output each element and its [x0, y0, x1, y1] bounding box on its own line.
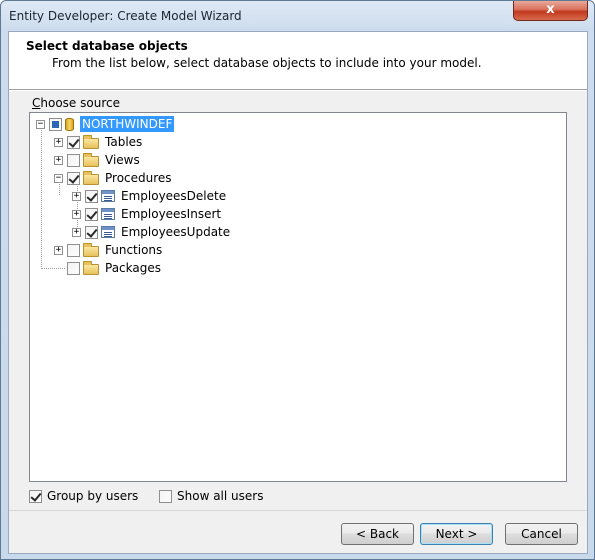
tree-node-label[interactable]: Views: [103, 152, 142, 168]
tree-line: [41, 268, 65, 269]
tables-checkbox[interactable]: [67, 135, 80, 149]
group-by-users-checkbox[interactable]: [29, 489, 42, 503]
wizard-header: Select database objects From the list be…: [9, 32, 587, 90]
tree-line: [41, 127, 42, 269]
tree-node-procedure[interactable]: + EmployeesDelete: [72, 187, 228, 205]
stored-procedure-icon: [101, 190, 115, 202]
wizard-client-area: Select database objects From the list be…: [8, 31, 588, 554]
page-subtitle: From the list below, select database obj…: [52, 56, 482, 70]
expand-icon[interactable]: +: [72, 191, 81, 201]
tree-node-procedures[interactable]: − Procedures: [54, 169, 174, 187]
tree-node-label[interactable]: Functions: [103, 242, 164, 258]
tree-node-procedure[interactable]: + EmployeesInsert: [72, 205, 223, 223]
packages-checkbox[interactable]: [67, 261, 80, 275]
header-divider: [9, 90, 587, 91]
tree-node-label[interactable]: Packages: [103, 260, 163, 276]
packages-folder-icon: [83, 260, 99, 275]
title-bar[interactable]: Entity Developer: Create Model Wizard x: [1, 1, 594, 31]
tree-node-procedure[interactable]: + EmployeesUpdate: [72, 223, 232, 241]
choose-source-rest: hoose source: [40, 96, 120, 110]
expand-icon[interactable]: +: [54, 155, 63, 165]
procedure-checkbox[interactable]: [85, 189, 98, 203]
cancel-button[interactable]: Cancel: [505, 523, 578, 545]
wizard-window: Entity Developer: Create Model Wizard x …: [0, 0, 595, 560]
show-all-users-checkbox[interactable]: [159, 489, 172, 503]
tree-node-label[interactable]: EmployeesInsert: [119, 206, 223, 222]
stored-procedure-icon: [101, 226, 115, 238]
stored-procedure-icon: [101, 208, 115, 220]
views-checkbox[interactable]: [67, 153, 80, 167]
database-icon: [65, 117, 74, 131]
window-title: Entity Developer: Create Model Wizard: [9, 9, 242, 23]
tree-node-packages[interactable]: Packages: [67, 259, 163, 277]
choose-source-label: Choose source: [32, 96, 120, 110]
tree-node-label[interactable]: EmployeesUpdate: [119, 224, 232, 240]
group-by-users-option[interactable]: Group by users: [29, 489, 138, 503]
show-all-users-option[interactable]: Show all users: [159, 489, 263, 503]
next-button[interactable]: Next >: [420, 523, 493, 545]
button-divider: [9, 510, 587, 511]
folder-icon: [83, 134, 99, 149]
tree-node-root[interactable]: − NORTHWINDEF: [36, 115, 175, 133]
tree-node-tables[interactable]: + Tables: [54, 133, 144, 151]
tree-node-label[interactable]: Procedures: [103, 170, 174, 186]
close-button[interactable]: x: [513, 1, 588, 21]
tree-node-views[interactable]: + Views: [54, 151, 142, 169]
back-button[interactable]: < Back: [341, 523, 414, 545]
tree-node-label[interactable]: EmployeesDelete: [119, 188, 228, 204]
tree-node-label[interactable]: NORTHWINDEF: [80, 116, 175, 132]
procedure-checkbox[interactable]: [85, 225, 98, 239]
object-tree[interactable]: − NORTHWINDEF + Tables + Views − Procedu…: [29, 112, 567, 482]
folder-icon: [83, 152, 99, 167]
procedures-folder-icon: [83, 170, 99, 185]
procedures-checkbox[interactable]: [67, 171, 80, 185]
procedure-checkbox[interactable]: [85, 207, 98, 221]
expand-icon[interactable]: +: [54, 245, 63, 255]
expand-icon[interactable]: +: [72, 209, 81, 219]
expand-icon[interactable]: +: [72, 227, 81, 237]
group-by-users-label[interactable]: Group by users: [47, 489, 138, 503]
tree-node-label[interactable]: Tables: [103, 134, 144, 150]
page-title: Select database objects: [26, 39, 188, 53]
expand-icon[interactable]: +: [54, 137, 63, 147]
functions-folder-icon: [83, 242, 99, 257]
show-all-users-label[interactable]: Show all users: [177, 489, 263, 503]
root-checkbox[interactable]: [49, 117, 62, 131]
tree-node-functions[interactable]: + Functions: [54, 241, 164, 259]
collapse-icon[interactable]: −: [54, 173, 63, 183]
collapse-icon[interactable]: −: [36, 119, 45, 129]
functions-checkbox[interactable]: [67, 243, 80, 257]
